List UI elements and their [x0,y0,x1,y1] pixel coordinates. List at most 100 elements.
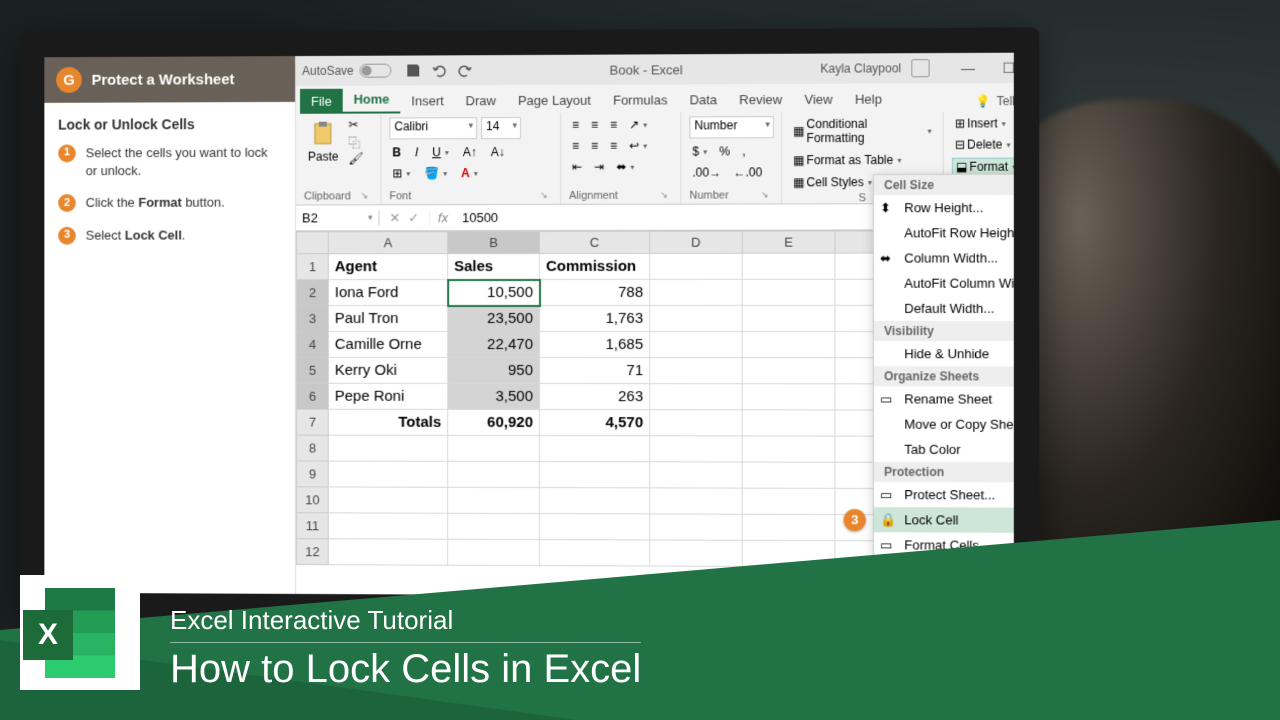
cell-B3[interactable]: 23,500 [448,305,540,331]
currency-button[interactable]: $ [689,143,710,159]
user-name[interactable]: Kayla Claypool [820,61,901,75]
menu-autofit-col[interactable]: AutoFit Column Width [874,271,1014,296]
menu-rename-sheet[interactable]: ▭Rename Sheet [874,386,1014,411]
cell-A2[interactable]: Iona Ford [328,280,447,306]
cell-B2[interactable]: 10,500 [448,279,540,305]
align-middle-button[interactable]: ≡ [588,117,601,133]
grow-font-button[interactable]: A↑ [460,144,480,160]
save-icon[interactable] [405,62,421,78]
shrink-font-button[interactable]: A↓ [488,144,508,160]
menu-row-height[interactable]: ⬍Row Height... [874,195,1014,221]
align-top-button[interactable]: ≡ [569,117,582,133]
cell-C2[interactable]: 788 [539,279,649,305]
format-as-table-button[interactable]: ▦ Format as Table [790,152,935,169]
cell-B6[interactable]: 3,500 [448,383,540,409]
cell-C1[interactable]: Commission [539,253,649,279]
insert-cells-button[interactable]: ⊞ Insert [952,115,1014,131]
cell-B7[interactable]: 60,920 [448,409,540,435]
cell-B4[interactable]: 22,470 [448,331,540,357]
name-box[interactable]: B2 [296,210,379,225]
autosave[interactable]: AutoSave [302,64,391,78]
format-painter-icon[interactable]: 🖌 [348,151,364,165]
tab-data[interactable]: Data [678,87,728,112]
indent-inc-button[interactable]: ⇥ [591,159,607,175]
number-launcher[interactable]: ↘ [761,189,773,201]
conditional-formatting-button[interactable]: ▦ Conditional Formatting [790,116,935,147]
align-bottom-button[interactable]: ≡ [607,117,620,133]
cell-C7[interactable]: 4,570 [539,410,649,436]
cell-A6[interactable]: Pepe Roni [328,383,447,409]
fill-color-button[interactable]: 🪣 [421,165,450,181]
cell-A1[interactable]: Agent [328,254,447,280]
dec-decimal-button[interactable]: ←.00 [730,164,765,180]
underline-button[interactable]: U [429,144,452,160]
align-left-button[interactable]: ≡ [569,138,582,154]
percent-button[interactable]: % [716,143,733,159]
tab-file[interactable]: File [300,89,343,114]
merge-button[interactable]: ⬌ [613,159,637,175]
tab-home[interactable]: Home [343,87,401,114]
indent-dec-button[interactable]: ⇤ [569,159,585,175]
font-launcher[interactable]: ↘ [540,190,552,202]
comma-button[interactable]: , [739,143,748,159]
minimize-button[interactable]: — [950,56,987,80]
cell-B1[interactable]: Sales [448,253,540,279]
menu-tab-color[interactable]: Tab Color▸ [874,437,1014,463]
bold-button[interactable]: B [389,144,404,160]
align-right-button[interactable]: ≡ [607,138,620,154]
cell-C6[interactable]: 263 [539,384,649,410]
cell-A7[interactable]: Totals [328,409,447,435]
align-center-button[interactable]: ≡ [588,138,601,154]
tab-insert[interactable]: Insert [400,88,454,113]
tab-page-layout[interactable]: Page Layout [507,88,602,113]
fx-icon[interactable]: fx [430,210,456,225]
col-header-C[interactable]: C [539,231,649,253]
menu-autofit-row[interactable]: AutoFit Row Height [874,220,1014,245]
menu-protect-sheet[interactable]: ▭Protect Sheet... [874,482,1014,508]
number-format-select[interactable]: Number [689,116,774,138]
menu-default-width[interactable]: Default Width... [874,296,1014,321]
tab-review[interactable]: Review [728,87,793,112]
cell-A3[interactable]: Paul Tron [328,306,447,332]
italic-button[interactable]: I [412,144,421,160]
copy-icon[interactable]: ⿻ [348,135,364,149]
cell-C3[interactable]: 1,763 [539,305,649,331]
cell-A5[interactable]: Kerry Oki [328,357,447,383]
col-header-B[interactable]: B [448,231,540,253]
col-header-D[interactable]: D [650,231,742,253]
wrap-button[interactable]: ↩ [626,138,650,154]
select-all-corner[interactable] [297,232,329,254]
align-launcher[interactable]: ↘ [660,190,672,202]
autosave-toggle[interactable] [360,64,392,78]
delete-cells-button[interactable]: ⊟ Delete [952,136,1014,152]
undo-icon[interactable] [431,62,447,78]
tab-draw[interactable]: Draw [455,88,507,113]
inc-decimal-button[interactable]: .00→ [689,164,724,180]
tab-formulas[interactable]: Formulas [602,87,678,112]
font-name-select[interactable]: Calibri [389,117,477,139]
menu-col-width[interactable]: ⬌Column Width... [874,245,1014,270]
paste-button[interactable]: Paste [304,118,342,166]
font-size-select[interactable]: 14 [481,117,521,139]
tell-me[interactable]: Tell me [997,94,1014,108]
tab-view[interactable]: View [793,87,843,112]
cancel-entry-icon[interactable]: ✕ [389,210,400,226]
cell-C5[interactable]: 71 [539,358,649,384]
tab-help[interactable]: Help [844,86,893,111]
col-header-E[interactable]: E [742,231,835,253]
cut-icon[interactable]: ✂ [348,118,364,132]
redo-icon[interactable] [457,62,473,78]
font-color-button[interactable]: A [458,165,481,181]
cell-C4[interactable]: 1,685 [539,332,649,358]
border-button[interactable]: ⊞ [389,165,413,181]
col-header-A[interactable]: A [328,232,447,254]
cell-A4[interactable]: Camille Orne [328,331,447,357]
enter-entry-icon[interactable]: ✓ [408,210,419,226]
menu-hide-unhide[interactable]: Hide & Unhide▸ [874,341,1014,366]
cell-B5[interactable]: 950 [448,357,540,383]
clipboard-launcher[interactable]: ↘ [361,190,373,202]
orient-button[interactable]: ↗ [626,117,650,133]
user-avatar[interactable] [911,59,929,77]
menu-move-copy[interactable]: Move or Copy Sheet... [874,412,1014,438]
maximize-button[interactable]: ☐ [990,56,1013,80]
